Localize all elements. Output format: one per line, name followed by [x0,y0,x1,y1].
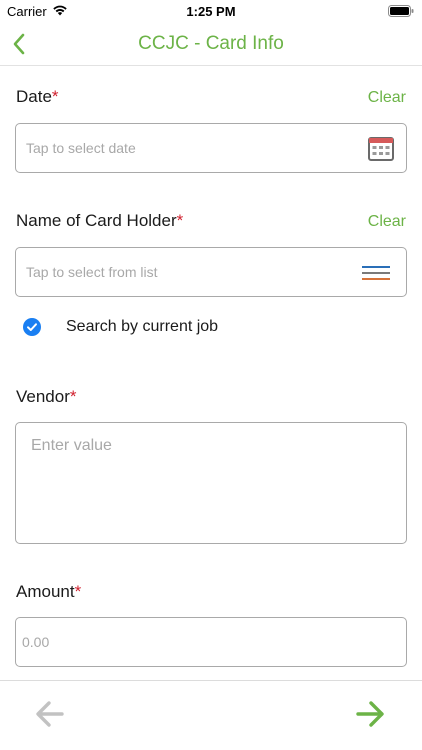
calendar-icon[interactable] [368,136,394,162]
clock-time: 1:25 PM [186,4,236,19]
required-mark: * [51,87,59,106]
required-mark: * [74,582,82,601]
required-mark: * [176,211,184,230]
vendor-label-text: Vendor [16,387,70,406]
amount-label: Amount* [16,582,81,602]
arrow-left-icon[interactable] [35,700,65,728]
card-holder-label: Name of Card Holder* [16,211,183,231]
card-holder-label-text: Name of Card Holder [16,211,177,230]
list-icon[interactable] [362,265,390,281]
date-label: Date* [16,87,59,107]
vendor-placeholder: Enter value [31,437,112,454]
date-picker-field[interactable]: Tap to select date [15,123,407,173]
navigation-bar: CCJC - Card Info [0,22,422,66]
search-by-job-label: Search by current job [66,318,219,335]
date-clear-button[interactable]: Clear [368,89,406,107]
checkmark-icon [27,323,37,331]
arrow-right-icon[interactable] [355,700,385,728]
date-label-text: Date [16,87,52,106]
amount-label-text: Amount [16,582,75,601]
vendor-label: Vendor* [16,387,77,407]
search-by-job-checkbox[interactable] [23,318,41,336]
vendor-textarea[interactable]: Enter value [15,422,407,544]
card-holder-placeholder: Tap to select from list [26,264,158,280]
bottom-navigation-bar [0,680,422,750]
page-title: CCJC - Card Info [138,33,284,54]
status-bar: Carrier 1:25 PM [0,0,422,22]
date-placeholder: Tap to select date [26,140,136,156]
amount-input[interactable]: 0.00 [15,617,407,667]
amount-placeholder: 0.00 [22,634,50,650]
card-holder-clear-button[interactable]: Clear [368,213,406,231]
card-holder-select-field[interactable]: Tap to select from list [15,247,407,297]
required-mark: * [69,387,77,406]
battery-icon [388,5,414,17]
